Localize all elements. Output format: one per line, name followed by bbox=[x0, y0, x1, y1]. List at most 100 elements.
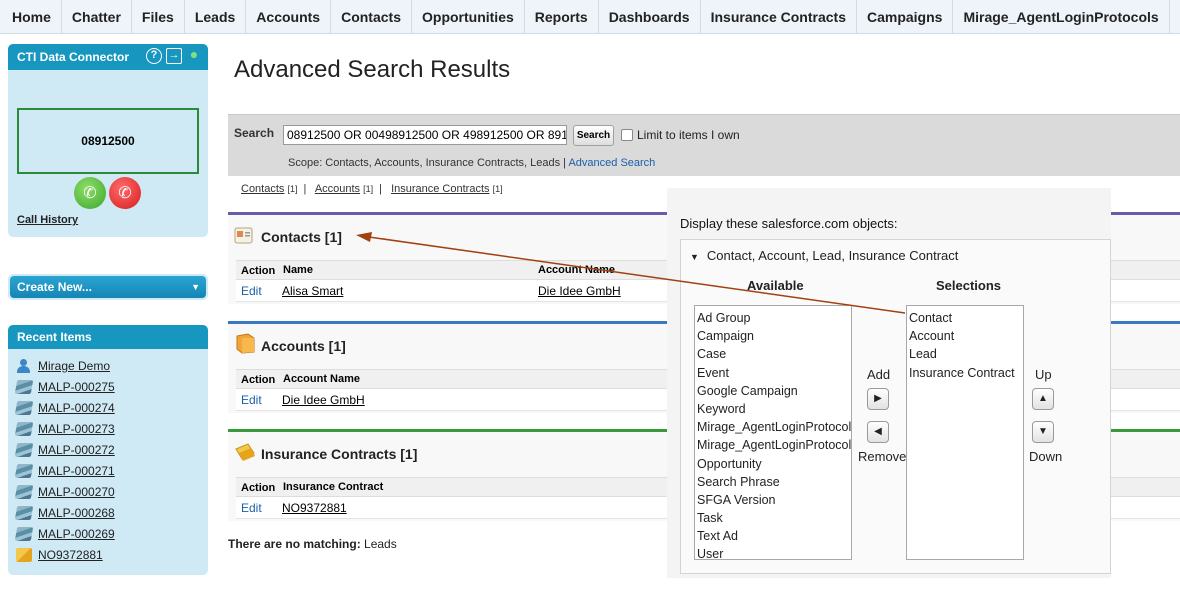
object-selector-frame: ▼ Contact, Account, Lead, Insurance Contr… bbox=[680, 239, 1111, 574]
recent-item-label[interactable]: MALP-000273 bbox=[38, 422, 115, 436]
available-option[interactable]: Search Phrase bbox=[695, 473, 851, 491]
recent-item-label[interactable]: MALP-000275 bbox=[38, 380, 115, 394]
login-icon[interactable]: → bbox=[166, 48, 182, 64]
nav-tab-mirage-agentloginprotocols[interactable]: Mirage_AgentLoginProtocols bbox=[953, 0, 1170, 33]
recent-item[interactable]: MALP-000268 bbox=[8, 502, 208, 523]
selections-list[interactable]: Contact Account Lead Insurance Contract bbox=[906, 305, 1024, 560]
available-list[interactable]: Ad Group Campaign Case Event Google Campaign… bbox=[694, 305, 852, 560]
remove-button[interactable]: ◀ bbox=[867, 421, 889, 443]
recent-item-label[interactable]: Mirage Demo bbox=[38, 359, 110, 373]
edit-link[interactable]: Edit bbox=[241, 501, 262, 515]
recent-item[interactable]: NO9372881 bbox=[8, 544, 208, 565]
edit-link[interactable]: Edit bbox=[241, 393, 262, 407]
contract-link[interactable]: NO9372881 bbox=[282, 501, 347, 515]
search-button[interactable]: Search bbox=[573, 125, 614, 146]
available-option[interactable]: Event bbox=[695, 364, 851, 382]
nav-tab-accounts[interactable]: Accounts bbox=[246, 0, 332, 33]
nav-tab-contacts[interactable]: Contacts bbox=[331, 0, 412, 33]
col-name: Name bbox=[283, 264, 313, 276]
up-button[interactable]: ▲ bbox=[1032, 388, 1054, 410]
nav-tab-opportunities[interactable]: Opportunities bbox=[412, 0, 525, 33]
help-icon[interactable]: ? bbox=[146, 48, 162, 64]
contact-name-link[interactable]: Alisa Smart bbox=[282, 284, 343, 298]
down-button[interactable]: ▼ bbox=[1032, 421, 1054, 443]
recent-items-header: Recent Items bbox=[8, 325, 208, 349]
available-option[interactable]: Task bbox=[695, 509, 851, 527]
recent-item-label[interactable]: MALP-000269 bbox=[38, 527, 115, 541]
anchor-accounts[interactable]: Accounts bbox=[315, 183, 360, 195]
contract-icon bbox=[16, 547, 32, 562]
recent-item-label[interactable]: MALP-000271 bbox=[38, 464, 115, 478]
create-new-label: Create New... bbox=[17, 280, 92, 294]
account-name-link[interactable]: Die Idee GmbH bbox=[538, 284, 621, 298]
available-option[interactable]: Case bbox=[695, 345, 851, 363]
recent-item[interactable]: MALP-000272 bbox=[8, 439, 208, 460]
available-option[interactable]: Opportunity bbox=[695, 455, 851, 473]
nav-tab-reports[interactable]: Reports bbox=[525, 0, 599, 33]
selected-option[interactable]: Contact bbox=[907, 309, 1023, 327]
available-option[interactable]: Campaign bbox=[695, 327, 851, 345]
no-match-message: There are no matching: Leads bbox=[228, 537, 397, 551]
separator: | bbox=[303, 183, 307, 195]
contacts-icon bbox=[234, 225, 256, 245]
record-icon bbox=[14, 526, 34, 541]
nav-tab-chatter[interactable]: Chatter bbox=[62, 0, 132, 33]
accept-call-icon[interactable]: ✆ bbox=[74, 177, 106, 209]
record-icon bbox=[14, 379, 34, 394]
recent-item[interactable]: MALP-000270 bbox=[8, 481, 208, 502]
anchor-insurance-count: [1] bbox=[492, 184, 503, 194]
selected-option[interactable]: Lead bbox=[907, 345, 1023, 363]
available-option[interactable]: User bbox=[695, 545, 851, 559]
nav-tab-phone-calls[interactable]: Phone Calls bbox=[1170, 0, 1180, 33]
add-button[interactable]: ▶ bbox=[867, 388, 889, 410]
contacts-title: Contacts [1] bbox=[261, 229, 342, 245]
nav-tab-home[interactable]: Home bbox=[0, 0, 62, 33]
recent-item[interactable]: MALP-000271 bbox=[8, 460, 208, 481]
available-option[interactable]: Mirage_AgentLoginProtocol bbox=[695, 436, 851, 454]
available-option[interactable]: Ad Group bbox=[695, 309, 851, 327]
anchor-insurance[interactable]: Insurance Contracts bbox=[391, 183, 489, 195]
recent-item-label[interactable]: MALP-000270 bbox=[38, 485, 115, 499]
record-icon bbox=[14, 442, 34, 457]
object-selector-panel: Display these salesforce.com objects: ▼ C… bbox=[667, 188, 1111, 578]
recent-item[interactable]: MALP-000269 bbox=[8, 523, 208, 544]
create-new-container: Create New... ▼ bbox=[8, 274, 208, 300]
recent-item-label[interactable]: NO9372881 bbox=[38, 548, 103, 562]
account-name-link[interactable]: Die Idee GmbH bbox=[282, 393, 365, 407]
arrow-up-icon: ▲ bbox=[1038, 393, 1048, 404]
reject-call-icon[interactable]: ✆ bbox=[109, 177, 141, 209]
create-new-button[interactable]: Create New... ▼ bbox=[10, 276, 206, 298]
available-option[interactable]: Google Campaign bbox=[695, 382, 851, 400]
recent-item-label[interactable]: MALP-000274 bbox=[38, 401, 115, 415]
anchor-contacts-count: [1] bbox=[287, 184, 298, 194]
agent-status-icon[interactable]: ● bbox=[186, 47, 202, 64]
limit-checkbox[interactable] bbox=[621, 129, 633, 141]
nav-tab-dashboards[interactable]: Dashboards bbox=[599, 0, 701, 33]
available-option[interactable]: Mirage_AgentLoginProtocol bbox=[695, 418, 851, 436]
recent-item[interactable]: MALP-000275 bbox=[8, 376, 208, 397]
recent-item-label[interactable]: MALP-000268 bbox=[38, 506, 115, 520]
object-selector-summary[interactable]: ▼ Contact, Account, Lead, Insurance Contr… bbox=[690, 248, 958, 263]
call-history-link[interactable]: Call History bbox=[17, 214, 78, 226]
anchor-accounts-count: [1] bbox=[363, 184, 374, 194]
nav-tab-leads[interactable]: Leads bbox=[185, 0, 247, 33]
anchor-contacts[interactable]: Contacts bbox=[241, 183, 284, 195]
edit-link[interactable]: Edit bbox=[241, 284, 262, 298]
col-action: Action bbox=[241, 482, 276, 494]
recent-item-label[interactable]: MALP-000272 bbox=[38, 443, 115, 457]
selected-option[interactable]: Insurance Contract bbox=[907, 364, 1023, 382]
recent-item[interactable]: MALP-000273 bbox=[8, 418, 208, 439]
nav-tab-files[interactable]: Files bbox=[132, 0, 185, 33]
nav-tab-campaigns[interactable]: Campaigns bbox=[857, 0, 954, 33]
advanced-search-link[interactable]: Advanced Search bbox=[568, 157, 655, 169]
search-input[interactable]: 08912500 OR 00498912500 OR 498912500 OR … bbox=[283, 125, 567, 145]
top-nav: Home Chatter Files Leads Accounts Contacts Opp… bbox=[0, 0, 1180, 34]
search-scope: Scope: Contacts, Accounts, Insurance Con… bbox=[288, 157, 655, 169]
available-option[interactable]: Keyword bbox=[695, 400, 851, 418]
recent-item[interactable]: MALP-000274 bbox=[8, 397, 208, 418]
available-option[interactable]: Text Ad bbox=[695, 527, 851, 545]
recent-item[interactable]: Mirage Demo bbox=[8, 355, 208, 376]
selected-option[interactable]: Account bbox=[907, 327, 1023, 345]
nav-tab-insurance-contracts[interactable]: Insurance Contracts bbox=[701, 0, 857, 33]
available-option[interactable]: SFGA Version bbox=[695, 491, 851, 509]
